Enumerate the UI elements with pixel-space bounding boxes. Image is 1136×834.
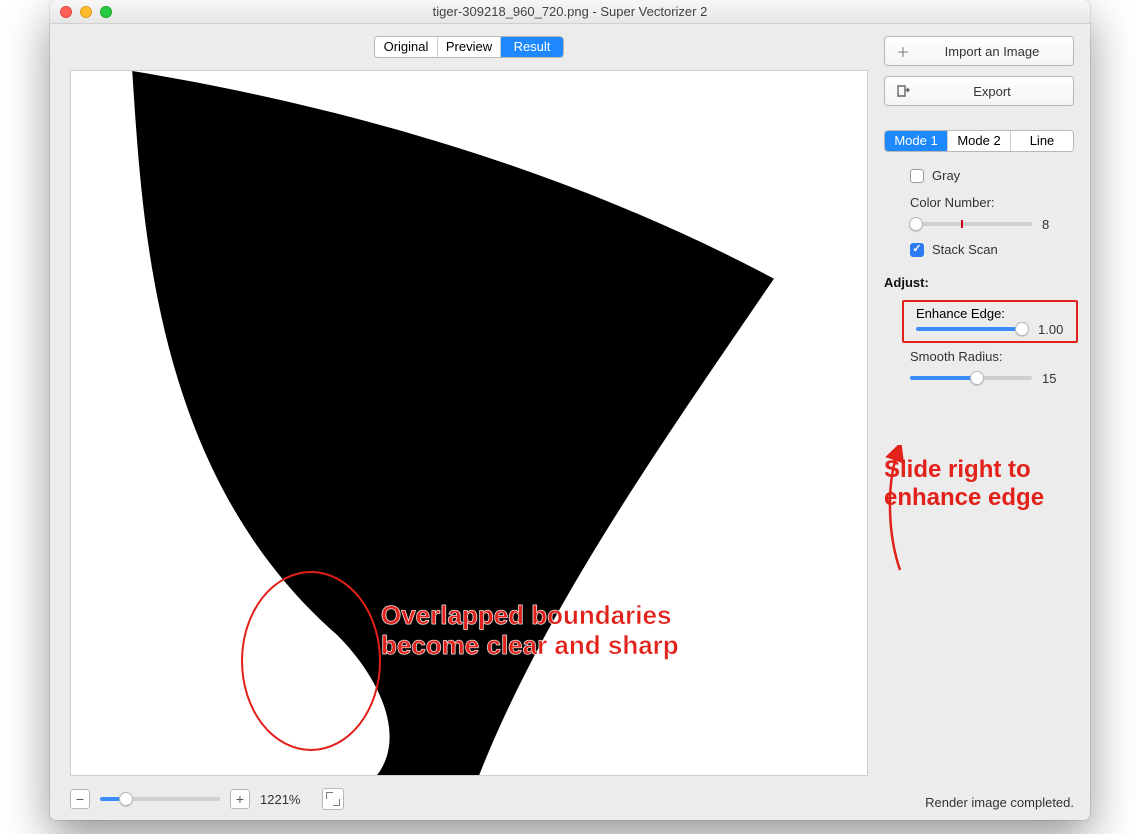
annotation-canvas-text: Overlapped boundaries become clear and s…	[381, 601, 679, 661]
stack-scan-label: Stack Scan	[932, 242, 998, 257]
annotation-ellipse	[241, 571, 381, 751]
gray-checkbox[interactable]	[910, 169, 924, 183]
smooth-radius-slider[interactable]	[910, 370, 1032, 386]
enhance-edge-slider[interactable]	[916, 321, 1028, 337]
fit-screen-button[interactable]	[322, 788, 344, 810]
gray-label: Gray	[932, 168, 960, 183]
main-panel: Original Preview Result Overlapped bound…	[50, 24, 880, 820]
color-number-slider[interactable]	[910, 216, 1032, 232]
right-panel: ＋ Import an Image Export Mode 1 Mode 2 L…	[880, 24, 1090, 820]
zoom-slider[interactable]	[100, 791, 220, 807]
color-number-value: 8	[1042, 217, 1074, 232]
color-number-block: Color Number: 8	[884, 195, 1074, 232]
titlebar: tiger-309218_960_720.png - Super Vectori…	[50, 0, 1090, 24]
canvas-artwork	[71, 71, 867, 775]
mode-tabs: Mode 1 Mode 2 Line	[884, 130, 1074, 152]
import-button[interactable]: ＋ Import an Image	[884, 36, 1074, 66]
stack-scan-checkbox[interactable]	[910, 243, 924, 257]
tab-original[interactable]: Original	[375, 37, 438, 57]
enhance-edge-value: 1.00	[1038, 322, 1070, 337]
app-window: tiger-309218_960_720.png - Super Vectori…	[50, 0, 1090, 820]
enhance-edge-label: Enhance Edge:	[916, 306, 1070, 321]
canvas[interactable]: Overlapped boundaries become clear and s…	[70, 70, 868, 776]
view-tabs: Original Preview Result	[374, 36, 564, 58]
window-title: tiger-309218_960_720.png - Super Vectori…	[50, 4, 1090, 19]
content-area: Original Preview Result Overlapped bound…	[50, 24, 1090, 820]
tab-result[interactable]: Result	[501, 37, 563, 57]
export-button[interactable]: Export	[884, 76, 1074, 106]
adjust-title: Adjust:	[884, 275, 1074, 290]
gray-row: Gray	[884, 168, 1074, 183]
smooth-radius-block: Smooth Radius: 15	[884, 349, 1074, 386]
status-text: Render image completed.	[884, 787, 1074, 810]
zoom-out-button[interactable]: −	[70, 789, 90, 809]
zoom-value: 1221%	[260, 792, 312, 807]
color-number-label: Color Number:	[910, 195, 1074, 210]
mode-2-tab[interactable]: Mode 2	[948, 131, 1011, 151]
color-number-tick	[961, 220, 963, 228]
import-label: Import an Image	[921, 44, 1063, 59]
mode-1-tab[interactable]: Mode 1	[885, 131, 948, 151]
mode-line-tab[interactable]: Line	[1011, 131, 1073, 151]
smooth-radius-value: 15	[1042, 371, 1074, 386]
export-label: Export	[921, 84, 1063, 99]
zoom-in-button[interactable]: +	[230, 789, 250, 809]
annotation-panel-text: Slide right to enhance edge	[884, 456, 1074, 511]
zoom-bar: − + 1221%	[70, 784, 868, 810]
plus-icon: ＋	[895, 43, 911, 59]
tab-preview[interactable]: Preview	[438, 37, 501, 57]
enhance-edge-highlight: Enhance Edge: 1.00	[902, 300, 1078, 343]
stack-scan-row: Stack Scan	[884, 242, 1074, 257]
smooth-radius-label: Smooth Radius:	[910, 349, 1074, 364]
export-icon	[895, 83, 911, 99]
